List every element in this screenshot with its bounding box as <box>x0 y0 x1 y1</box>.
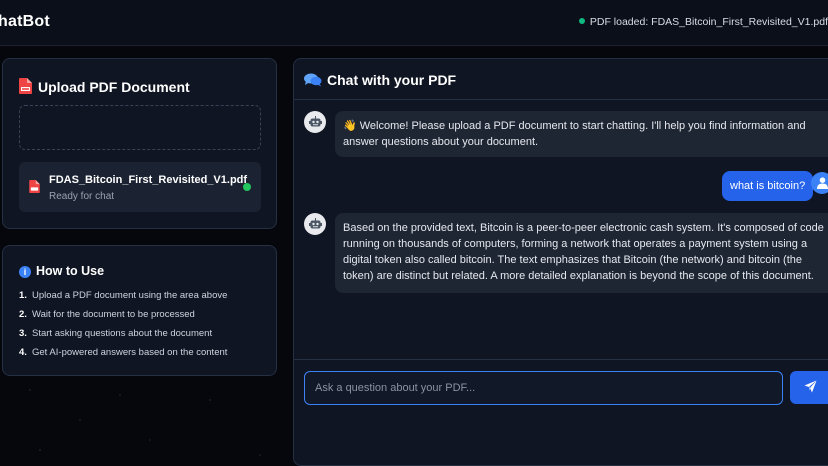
pdf-dropzone[interactable] <box>19 105 261 150</box>
file-name: FDAS_Bitcoin_First_Revisited_V1.pdf <box>49 174 248 186</box>
robot-icon <box>304 111 326 133</box>
status-dot <box>578 18 585 25</box>
robot-icon <box>304 213 326 235</box>
info-icon: i <box>19 266 31 278</box>
paper-plane-icon <box>804 380 817 396</box>
chat-input-area <box>294 359 828 466</box>
ready-indicator <box>243 183 251 191</box>
chat-panel: Chat with your PDF 👋 Welcome! Please upl… <box>293 58 828 466</box>
question-input[interactable] <box>304 371 783 405</box>
upload-title-text: Upload PDF Document <box>38 79 190 95</box>
how-to-step: 2. Wait for the document to be processed <box>19 309 195 320</box>
how-to-step: 1. Upload a PDF document using the area a… <box>19 290 228 301</box>
uploaded-file-card[interactable]: FDAS_Bitcoin_First_Revisited_V1.pdf Read… <box>19 162 261 212</box>
send-button[interactable] <box>790 371 828 404</box>
pdf-status-text: PDF loaded: FDAS_Bitcoin_First_Revisited… <box>589 16 828 28</box>
how-to-panel: i How to Use 1. Upload a PDF document usin… <box>2 245 277 376</box>
pdf-status: PDF loaded: FDAS_Bitcoin_First_Revisited… <box>578 16 828 28</box>
file-status: Ready for chat <box>49 191 115 202</box>
app-header: hatBot PDF loaded: FDAS_Bitcoin_First_Re… <box>0 0 828 46</box>
upload-panel: Upload PDF Document FDAS_Bitcoin_First_R… <box>2 58 277 229</box>
chat-title-text: Chat with your PDF <box>327 72 457 88</box>
file-pdf-icon <box>19 78 32 97</box>
bot-message: Based on the provided text, Bitcoin is a… <box>335 213 828 293</box>
how-to-step: 4. Get AI-powered answers based on the co… <box>19 347 228 358</box>
how-to-step: 3. Start asking questions about the docum… <box>19 328 213 339</box>
user-icon <box>811 172 828 194</box>
comments-icon <box>304 73 322 90</box>
bot-message: 👋 Welcome! Please upload a PDF document … <box>335 111 828 157</box>
file-pdf-icon <box>29 180 40 198</box>
chat-title: Chat with your PDF <box>304 72 456 90</box>
app-brand: hatBot <box>0 13 50 30</box>
how-to-title-text: How to Use <box>36 264 105 278</box>
how-to-steps: 1. Upload a PDF document using the area a… <box>19 290 227 366</box>
user-message: what is bitcoin? <box>722 171 814 201</box>
chat-header: Chat with your PDF <box>294 59 828 100</box>
upload-title: Upload PDF Document <box>19 78 190 97</box>
how-to-title: i How to Use <box>19 264 104 278</box>
